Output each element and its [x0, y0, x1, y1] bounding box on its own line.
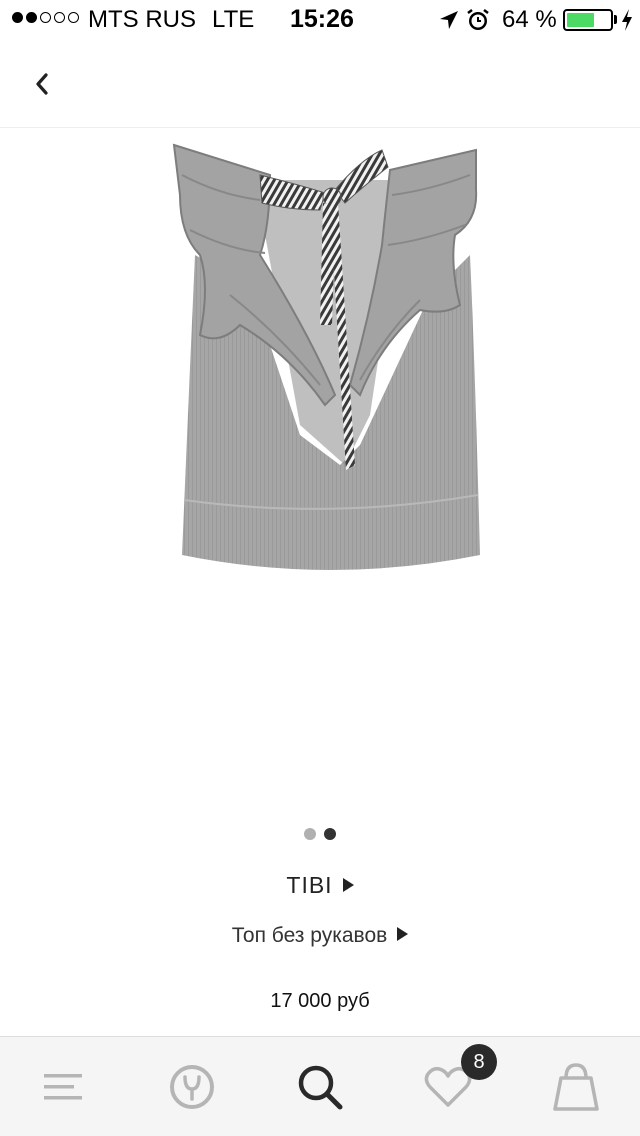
tab-menu[interactable] [0, 1037, 128, 1136]
signal-dot [12, 12, 23, 23]
network-type: LTE [212, 6, 255, 33]
brand-name: TIBI [286, 872, 333, 898]
product-name-link[interactable]: Топ без рукавов [0, 924, 640, 948]
brand-link[interactable]: TIBI [0, 872, 640, 899]
chevron-left-icon [36, 73, 48, 95]
product-name: Топ без рукавов [231, 924, 388, 947]
image-pager [0, 828, 640, 840]
product-price: 17 000 руб [270, 990, 370, 1012]
menu-icon [44, 1074, 82, 1100]
alarm-clock-icon [467, 9, 489, 30]
signal-dot [68, 12, 79, 23]
carrier-name: MTS RUS [88, 6, 196, 33]
play-arrow-icon [342, 877, 354, 892]
bag-icon [553, 1063, 599, 1111]
back-button[interactable] [22, 62, 62, 106]
signal-dot [40, 12, 51, 23]
battery-level [567, 13, 594, 27]
play-arrow-icon [397, 927, 409, 942]
charging-bolt-icon [622, 9, 632, 31]
signal-dot [54, 12, 65, 23]
tab-bar [0, 1036, 640, 1136]
pager-dot-active[interactable] [324, 828, 336, 840]
search-icon [298, 1065, 343, 1110]
pager-dot[interactable] [304, 828, 316, 840]
battery-cap [614, 15, 617, 24]
signal-dot [26, 12, 37, 23]
logo-icon [170, 1065, 214, 1109]
signal-strength-icon [12, 12, 79, 23]
status-time: 15:26 [290, 5, 354, 33]
location-arrow-icon [440, 11, 458, 29]
navigation-bar [0, 40, 640, 128]
tab-home[interactable] [128, 1037, 256, 1136]
status-bar: MTS RUS LTE 15:26 64 % [0, 0, 640, 40]
product-image[interactable] [160, 135, 490, 585]
tab-search[interactable] [256, 1037, 384, 1136]
battery-icon [563, 9, 613, 31]
favorites-count-badge: 8 [461, 1044, 497, 1080]
battery-percent: 64 % [502, 6, 557, 33]
tab-cart[interactable] [512, 1037, 640, 1136]
